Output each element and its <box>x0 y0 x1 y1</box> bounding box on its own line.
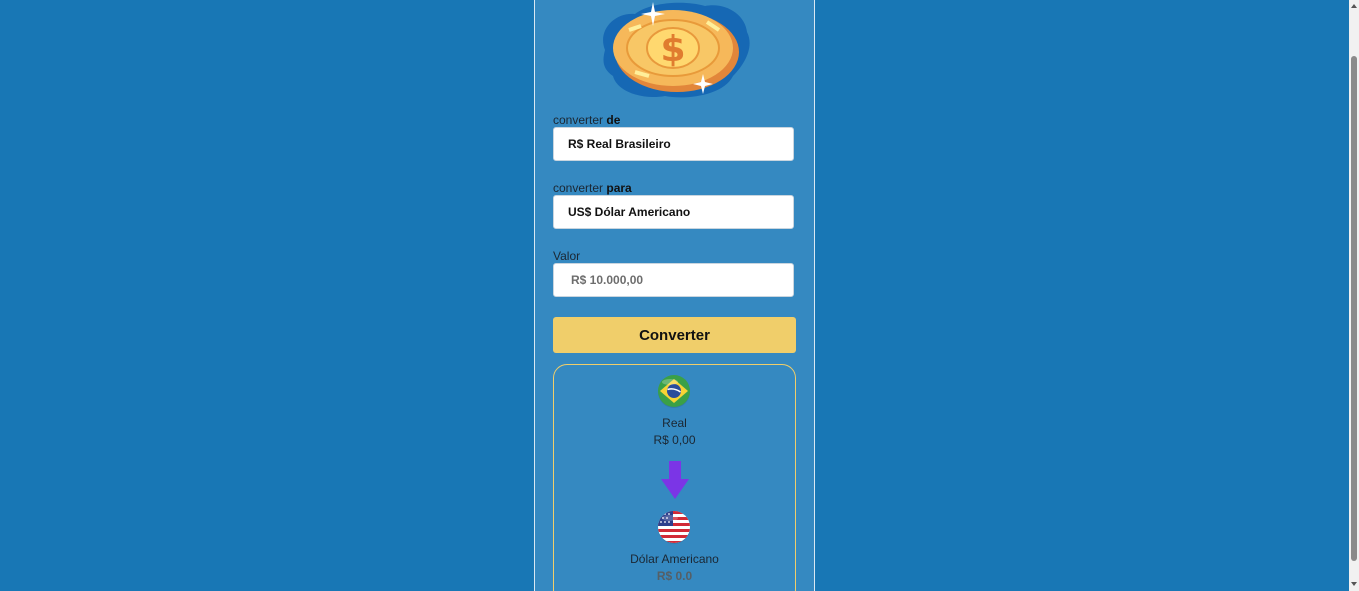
arrow-down-icon <box>661 461 689 499</box>
page: $ converter de R$ Real Brasileiro conver… <box>0 0 1359 591</box>
scroll-down-icon[interactable] <box>1351 582 1357 586</box>
to-amount: R$ 0.0 <box>656 569 693 583</box>
to-label: converter para <box>553 181 632 195</box>
to-currency-value: US$ Dólar Americano <box>568 205 691 219</box>
from-amount: R$ 0,00 <box>653 433 696 447</box>
coin-dollar-icon: $ <box>603 2 750 98</box>
from-currency-select[interactable]: R$ Real Brasileiro <box>553 127 794 161</box>
scrollbar-thumb[interactable] <box>1351 56 1357 561</box>
to-label-prefix: converter <box>553 181 604 195</box>
converter-panel: $ converter de R$ Real Brasileiro conver… <box>534 0 815 591</box>
scroll-up-icon[interactable] <box>1351 4 1357 8</box>
result-box: Real R$ 0,00 Dólar Americano R$ 0.0 <box>553 364 796 591</box>
brazil-flag-icon <box>658 375 690 408</box>
to-currency-name: Dólar Americano <box>630 552 719 566</box>
usa-flag-icon <box>658 511 690 544</box>
page-scrollbar[interactable] <box>1349 0 1359 591</box>
from-label: converter de <box>553 113 620 127</box>
convert-button[interactable]: Converter <box>553 317 796 353</box>
to-label-bold: para <box>606 181 632 195</box>
to-currency-select[interactable]: US$ Dólar Americano <box>553 195 794 229</box>
from-label-prefix: converter <box>553 113 604 127</box>
from-currency-value: R$ Real Brasileiro <box>568 137 671 151</box>
amount-input[interactable] <box>553 263 794 297</box>
svg-text:$: $ <box>660 29 685 70</box>
amount-label: Valor <box>553 249 581 263</box>
from-currency-name: Real <box>662 416 687 430</box>
from-label-bold: de <box>606 113 621 127</box>
